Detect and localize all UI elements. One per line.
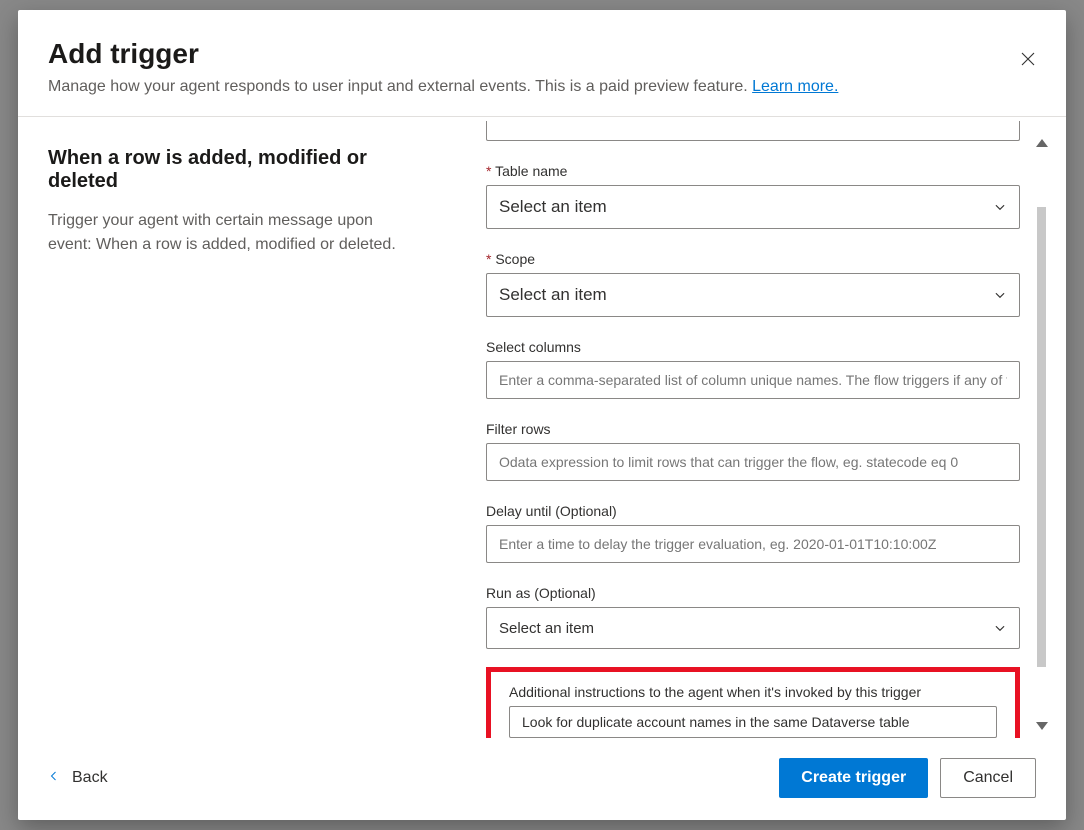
delay-until-label: Delay until (Optional) <box>486 503 1020 519</box>
back-button[interactable]: Back <box>48 767 108 790</box>
table-name-label: Table name <box>486 163 1020 179</box>
close-button[interactable] <box>1014 46 1042 74</box>
scope-value: Select an item <box>499 285 607 305</box>
run-as-value: Select an item <box>499 620 594 637</box>
filter-rows-label: Filter rows <box>486 421 1020 437</box>
modal-header: Add trigger Manage how your agent respon… <box>18 10 1066 117</box>
highlighted-section: Additional instructions to the agent whe… <box>486 667 1020 738</box>
learn-more-link[interactable]: Learn more. <box>752 78 838 95</box>
table-name-group: Table name Select an item <box>486 163 1020 229</box>
filter-rows-input-wrap <box>486 443 1020 481</box>
run-as-group: Run as (Optional) Select an item <box>486 585 1020 649</box>
table-name-select[interactable]: Select an item <box>486 185 1020 229</box>
form-panel: Table name Select an item Scope Select a… <box>448 117 1066 738</box>
partial-field-above[interactable] <box>486 121 1020 141</box>
modal-title: Add trigger <box>48 38 1036 70</box>
trigger-name-heading: When a row is added, modified or deleted <box>48 147 418 193</box>
chevron-down-icon <box>993 200 1007 214</box>
select-columns-group: Select columns <box>486 339 1020 399</box>
cancel-button[interactable]: Cancel <box>940 758 1036 798</box>
scrollbar[interactable] <box>1034 117 1050 738</box>
chevron-down-icon <box>993 288 1007 302</box>
additional-instructions-input-wrap <box>509 706 997 738</box>
scroll-down-icon[interactable] <box>1036 722 1048 730</box>
delay-until-group: Delay until (Optional) <box>486 503 1020 563</box>
chevron-left-icon <box>48 767 60 790</box>
footer-actions: Create trigger Cancel <box>779 758 1036 798</box>
filter-rows-input[interactable] <box>499 454 1007 470</box>
select-columns-input-wrap <box>486 361 1020 399</box>
delay-until-input[interactable] <box>499 536 1007 552</box>
table-name-value: Select an item <box>499 197 607 217</box>
scroll-up-icon[interactable] <box>1036 139 1048 147</box>
additional-instructions-group: Additional instructions to the agent whe… <box>509 684 997 738</box>
filter-rows-group: Filter rows <box>486 421 1020 481</box>
add-trigger-modal: Add trigger Manage how your agent respon… <box>18 10 1066 820</box>
close-icon <box>1019 50 1037 71</box>
back-label: Back <box>72 769 108 787</box>
run-as-select[interactable]: Select an item <box>486 607 1020 649</box>
modal-footer: Back Create trigger Cancel <box>18 738 1066 820</box>
scope-select[interactable]: Select an item <box>486 273 1020 317</box>
additional-instructions-input[interactable] <box>522 714 984 730</box>
form-scroll-area: Table name Select an item Scope Select a… <box>486 117 1034 738</box>
chevron-down-icon <box>993 621 1007 635</box>
delay-until-input-wrap <box>486 525 1020 563</box>
scope-label: Scope <box>486 251 1020 267</box>
create-trigger-button[interactable]: Create trigger <box>779 758 928 798</box>
left-panel: When a row is added, modified or deleted… <box>18 117 448 738</box>
additional-instructions-label: Additional instructions to the agent whe… <box>509 684 997 700</box>
modal-body: When a row is added, modified or deleted… <box>18 117 1066 738</box>
modal-subtitle: Manage how your agent responds to user i… <box>48 78 1036 96</box>
trigger-description: Trigger your agent with certain message … <box>48 209 408 257</box>
select-columns-label: Select columns <box>486 339 1020 355</box>
scrollbar-thumb[interactable] <box>1037 207 1046 667</box>
scope-group: Scope Select an item <box>486 251 1020 317</box>
run-as-label: Run as (Optional) <box>486 585 1020 601</box>
subtitle-text: Manage how your agent responds to user i… <box>48 78 752 95</box>
select-columns-input[interactable] <box>499 372 1007 388</box>
